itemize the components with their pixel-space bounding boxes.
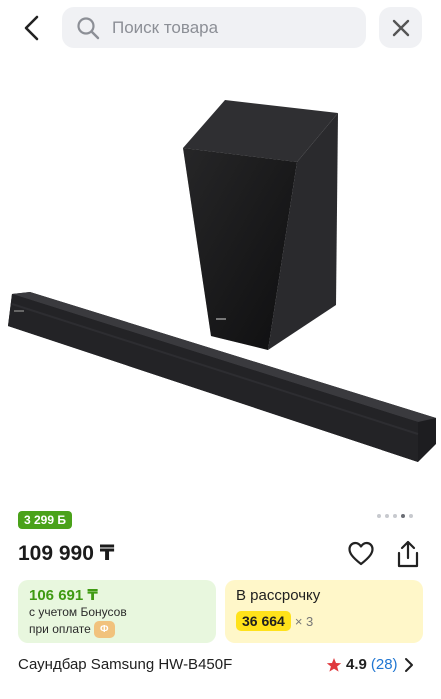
rating-value: 4.9	[346, 656, 367, 673]
search-icon	[77, 16, 100, 39]
pagination-dot[interactable]	[393, 514, 397, 518]
bonus-note: с учетом Бонусов	[29, 605, 127, 619]
close-icon	[392, 19, 409, 36]
search-input[interactable]	[112, 17, 342, 38]
chevron-left-icon	[24, 15, 39, 41]
bonus-note-payment-text: при оплате	[29, 622, 91, 636]
share-icon	[397, 540, 419, 568]
star-icon	[326, 657, 342, 672]
product-title: Саундбар Samsung HW-B450F	[18, 656, 233, 673]
chevron-right-icon	[404, 657, 413, 672]
reviews-count[interactable]: (28)	[371, 656, 398, 673]
bonus-note-payment: при оплате Ф	[29, 621, 205, 639]
installment-amount: 36 664	[236, 611, 291, 631]
installment-multiplier: × 3	[294, 613, 314, 629]
bonus-price: 106 691 ₸	[29, 587, 98, 604]
installment-title: В рассрочку	[236, 587, 321, 604]
close-button[interactable]	[379, 7, 422, 48]
product-image-gallery[interactable]	[0, 56, 441, 500]
product-image	[8, 100, 436, 462]
bonus-price-card[interactable]: 106 691 ₸ с учетом Бонусов при оплате Ф	[18, 580, 216, 643]
installment-card[interactable]: В рассрочку 36 664 × 3	[225, 580, 423, 643]
bonus-badge: 3 299 Б	[18, 511, 72, 529]
pagination-dot[interactable]	[409, 514, 413, 518]
heart-icon	[348, 541, 374, 566]
pagination-dot-active[interactable]	[401, 514, 405, 518]
pagination-dot[interactable]	[377, 514, 381, 518]
product-rating[interactable]: 4.9 (28)	[326, 656, 416, 673]
share-button[interactable]	[394, 539, 422, 569]
back-button[interactable]	[14, 10, 50, 46]
pagination-dot[interactable]	[385, 514, 389, 518]
favorite-button[interactable]	[347, 540, 375, 568]
gallery-pagination	[377, 514, 413, 518]
product-price: 109 990 ₸	[18, 542, 115, 565]
bonus-coin-icon: Ф	[93, 621, 115, 639]
top-bar	[0, 0, 441, 56]
search-field[interactable]	[62, 7, 366, 48]
